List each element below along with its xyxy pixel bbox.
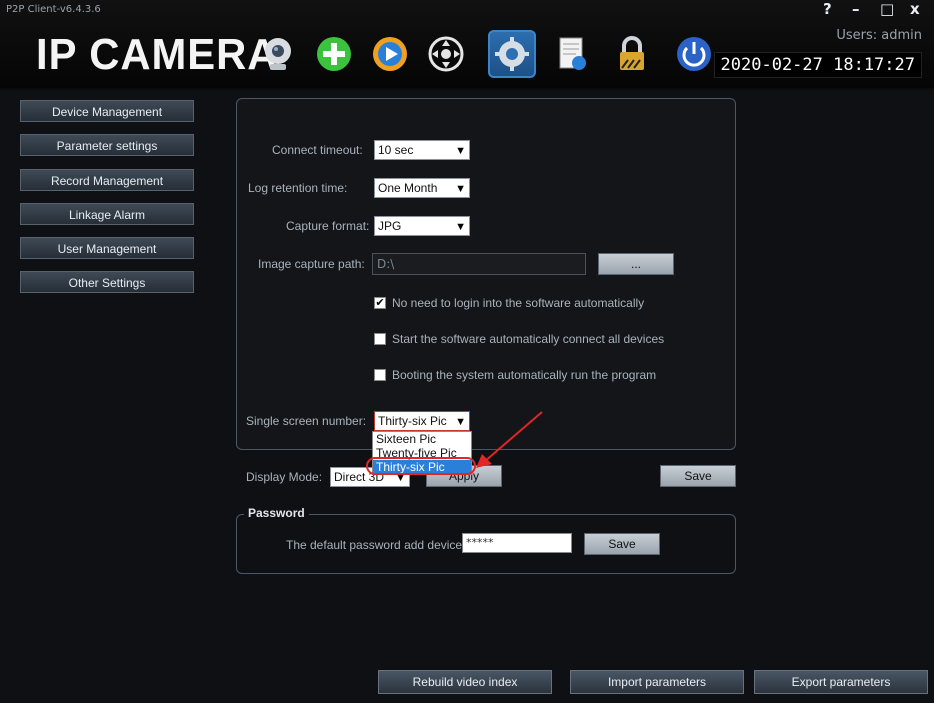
sidebar-item-user-management[interactable]: User Management [20, 237, 194, 259]
lock-icon[interactable] [608, 30, 656, 78]
connect-timeout-value: 10 sec [378, 143, 414, 157]
sidebar-item-record-management[interactable]: Record Management [20, 169, 194, 191]
default-password-label: The default password add device [286, 538, 463, 552]
login-auto-label: No need to login into the software autom… [392, 296, 645, 310]
connect-all-checkbox[interactable] [374, 333, 386, 345]
sidebar-item-linkage-alarm[interactable]: Linkage Alarm [20, 203, 194, 225]
chevron-down-icon: ▼ [455, 416, 466, 428]
save-password-button[interactable]: Save [584, 533, 660, 555]
capture-format-label: Capture format: [286, 219, 370, 233]
sidebar-item-other-settings[interactable]: Other Settings [20, 271, 194, 293]
import-parameters-button[interactable]: Import parameters [570, 670, 744, 694]
chevron-down-icon: ▼ [455, 221, 466, 233]
log-retention-select[interactable]: One Month ▼ [374, 178, 470, 198]
user-label: Users: admin [836, 28, 922, 43]
sidebar-item-device-management[interactable]: Device Management [20, 100, 194, 122]
boot-run-checkbox[interactable] [374, 369, 386, 381]
rebuild-video-index-button[interactable]: Rebuild video index [378, 670, 552, 694]
capture-format-value: JPG [378, 219, 402, 233]
connect-timeout-select[interactable]: 10 sec ▼ [374, 140, 470, 160]
log-icon[interactable] [548, 30, 596, 78]
annotation-highlight [366, 457, 476, 475]
chevron-down-icon: ▼ [455, 183, 466, 195]
log-retention-value: One Month [378, 181, 438, 195]
capture-format-select[interactable]: JPG ▼ [374, 216, 470, 236]
capture-path-label: Image capture path: [258, 257, 365, 271]
connect-timeout-label: Connect timeout: [272, 143, 363, 157]
camera-icon[interactable] [254, 30, 302, 78]
play-icon[interactable] [366, 30, 414, 78]
capture-path-input[interactable]: D:\ [372, 253, 586, 275]
minimize-button[interactable]: – [852, 0, 860, 18]
close-button[interactable]: x [910, 0, 920, 18]
boot-run-label: Booting the system automatically run the… [392, 368, 657, 382]
annotation-arrow-icon [476, 411, 543, 468]
log-retention-label: Log retention time: [248, 181, 348, 195]
browse-button[interactable]: ... [598, 253, 674, 275]
password-legend: Password [244, 506, 309, 520]
single-screen-label: Single screen number: [246, 414, 367, 428]
dropdown-option-sixteen[interactable]: Sixteen Pic [373, 432, 471, 446]
single-screen-value: Thirty-six Pic [378, 414, 447, 428]
window-title: P2P Client-v6.4.3.6 [6, 4, 101, 15]
login-auto-checkbox[interactable]: ✔ [374, 297, 386, 309]
sidebar-item-parameter-settings[interactable]: Parameter settings [20, 134, 194, 156]
clock-display: 2020-02-27 18:17:27 [713, 52, 922, 78]
connect-all-label: Start the software automatically connect… [392, 332, 665, 346]
default-password-input[interactable]: ***** [462, 533, 572, 553]
save-settings-button[interactable]: Save [660, 465, 736, 487]
export-parameters-button[interactable]: Export parameters [754, 670, 928, 694]
single-screen-select[interactable]: Thirty-six Pic ▼ [374, 411, 470, 431]
power-icon[interactable] [670, 30, 718, 78]
display-mode-label: Display Mode: [246, 470, 323, 484]
maximize-button[interactable]: □ [880, 0, 894, 18]
brand-logo: IP CAMERA [36, 30, 279, 79]
ptz-icon[interactable] [422, 30, 470, 78]
help-button[interactable]: ? [823, 0, 832, 18]
add-icon[interactable] [310, 30, 358, 78]
chevron-down-icon: ▼ [455, 145, 466, 157]
settings-icon[interactable] [488, 30, 536, 78]
